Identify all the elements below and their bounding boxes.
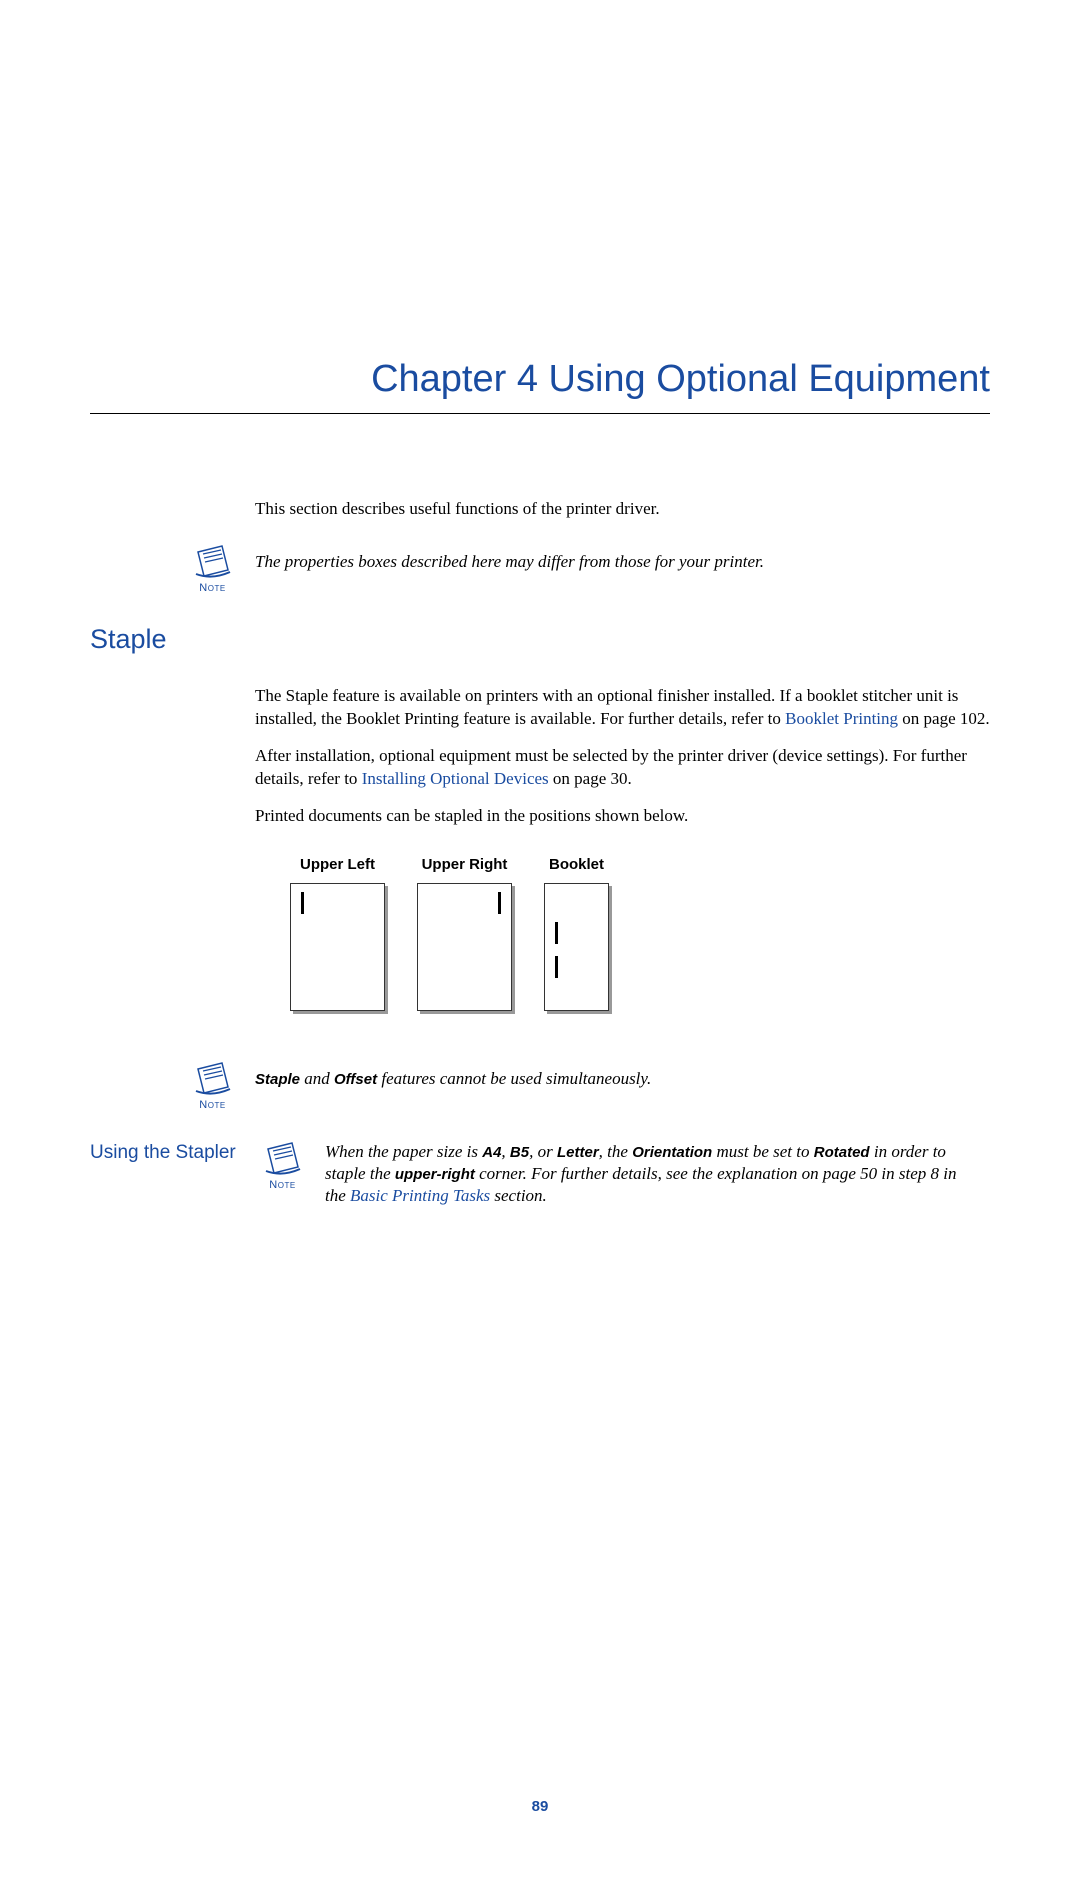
diagram-label-upper-right: Upper Right (422, 856, 508, 873)
staple-mark (301, 892, 304, 914)
booklet-illustration (544, 883, 609, 1011)
intro-paragraph: This section describes useful functions … (255, 499, 990, 519)
staple-para-1: The Staple feature is available on print… (255, 685, 990, 731)
page-number: 89 (0, 1798, 1080, 1815)
note-text: The properties boxes described here may … (255, 544, 764, 572)
note-icon-block: Note (185, 544, 240, 594)
note-icon (192, 1061, 234, 1097)
diagram-booklet: Booklet (544, 856, 609, 1011)
staple-mark (498, 892, 501, 914)
staple-para-3: Printed documents can be stapled in the … (255, 805, 990, 828)
note-icon-block: Note (185, 1061, 240, 1111)
subsection-using-stapler: Using the Stapler Note When the paper si… (90, 1141, 990, 1207)
chapter-title: Chapter 4 Using Optional Equipment (90, 358, 990, 414)
note-text: Staple and Offset features cannot be use… (255, 1061, 651, 1089)
note-icon-block: Note (255, 1141, 310, 1191)
note-label: Note (199, 582, 225, 594)
page-illustration (417, 883, 512, 1011)
note-icon (192, 544, 234, 580)
page-illustration (290, 883, 385, 1011)
note-icon (262, 1141, 304, 1177)
diagram-upper-right: Upper Right (417, 856, 512, 1011)
staple-mark (555, 922, 558, 944)
note-block-2: Note Staple and Offset features cannot b… (185, 1061, 990, 1111)
note-block-3: Note When the paper size is A4, B5, or L… (255, 1141, 975, 1207)
link-booklet-printing[interactable]: Booklet Printing (785, 709, 898, 728)
link-basic-printing-tasks[interactable]: Basic Printing Tasks (350, 1186, 490, 1205)
section-heading-staple: Staple (90, 624, 990, 655)
diagram-upper-left: Upper Left (290, 856, 385, 1011)
note-label: Note (199, 1099, 225, 1111)
diagram-label-upper-left: Upper Left (300, 856, 375, 873)
staple-para-2: After installation, optional equipment m… (255, 745, 990, 791)
note-label: Note (269, 1179, 295, 1191)
staple-position-diagrams: Upper Left Upper Right Booklet (290, 856, 990, 1011)
note-block-1: Note The properties boxes described here… (185, 544, 990, 594)
subsection-heading: Using the Stapler (90, 1141, 240, 1165)
diagram-label-booklet: Booklet (549, 856, 604, 873)
note-text: When the paper size is A4, B5, or Letter… (325, 1141, 975, 1207)
link-installing-optional-devices[interactable]: Installing Optional Devices (362, 769, 549, 788)
staple-mark (555, 956, 558, 978)
